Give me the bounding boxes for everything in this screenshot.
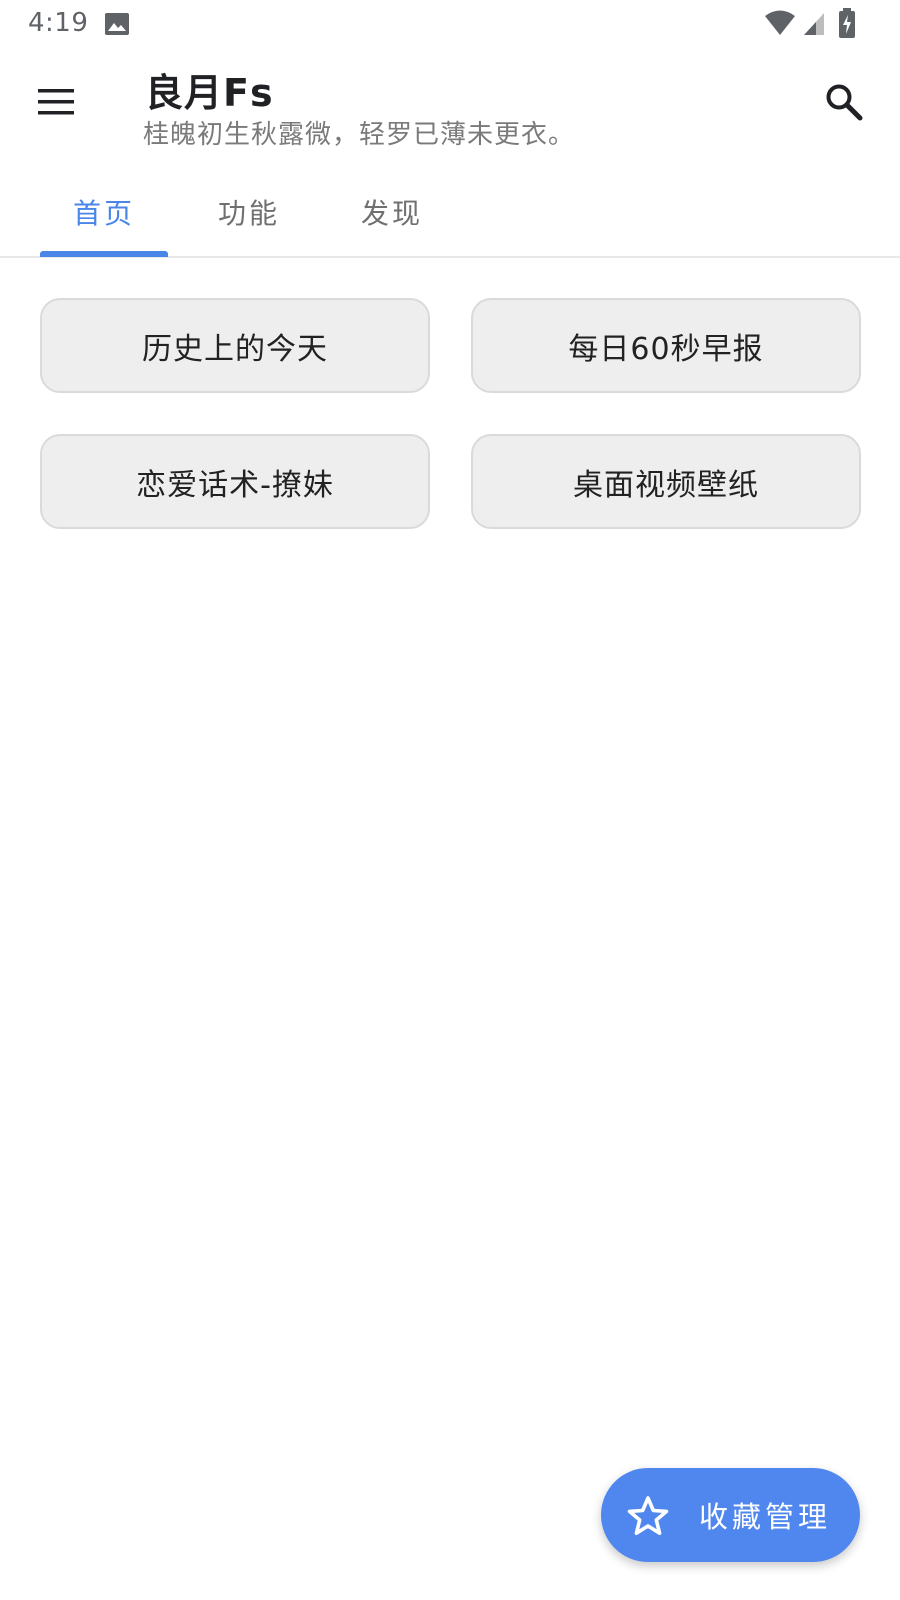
fab-label: 收藏管理 [699, 1500, 832, 1534]
app-title: 良月Fs [145, 71, 274, 115]
tab-features[interactable]: 功能 [185, 168, 313, 256]
favorites-fab[interactable]: 收藏管理 [601, 1468, 860, 1562]
video-wallpaper-button[interactable]: 桌面视频壁纸 [471, 434, 861, 529]
app-bar: 良月Fs 桂魄初生秋露微，轻罗已薄未更衣。 [0, 48, 900, 158]
signal-icon [804, 13, 824, 35]
app-subtitle: 桂魄初生秋露微，轻罗已薄未更衣。 [143, 120, 576, 150]
status-time: 4:19 [28, 8, 89, 38]
status-bar: 4:19 [0, 0, 900, 48]
menu-button[interactable] [24, 70, 88, 134]
gallery-icon [105, 13, 129, 35]
tab-home[interactable]: 首页 [40, 168, 168, 256]
star-outline-icon [627, 1496, 669, 1535]
tab-indicator [40, 251, 168, 257]
menu-icon [38, 89, 74, 115]
app-screen: 4:19 良月Fs 桂魄初生秋露微，轻罗已薄未更衣。 首页 功能 发现 历史上的… [0, 0, 900, 1600]
tab-discover[interactable]: 发现 [328, 168, 456, 256]
daily-news-button[interactable]: 每日60秒早报 [471, 298, 861, 393]
search-icon [826, 84, 863, 121]
tab-bar: 首页 功能 发现 [0, 168, 900, 258]
search-button[interactable] [816, 74, 872, 130]
wifi-icon [765, 10, 795, 35]
history-today-button[interactable]: 历史上的今天 [40, 298, 430, 393]
love-talk-button[interactable]: 恋爱话术-撩妹 [40, 434, 430, 529]
battery-charging-icon [839, 8, 855, 38]
